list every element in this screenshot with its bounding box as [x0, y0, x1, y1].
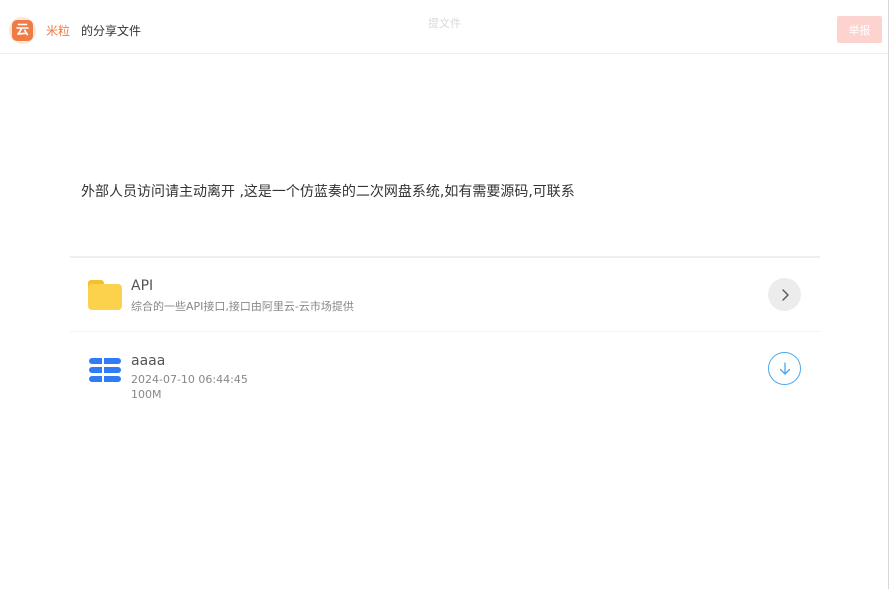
folder-name[interactable]: API — [131, 278, 153, 294]
header-center-text: 提文件 — [428, 17, 461, 30]
logo-glyph: 云 — [12, 20, 33, 41]
owner-name[interactable]: 米粒 — [46, 22, 70, 39]
open-folder-button[interactable] — [768, 278, 801, 311]
database-icon — [89, 358, 121, 382]
share-title: 的分享文件 — [81, 24, 142, 38]
file-size: 100M — [131, 388, 162, 401]
folder-icon — [88, 280, 122, 310]
report-button[interactable]: 举报 — [837, 16, 882, 43]
header-bar: 云 米粒 的分享文件 提文件 举报 — [0, 0, 889, 54]
download-icon — [779, 361, 790, 375]
file-date: 2024-07-10 06:44:45 — [131, 373, 248, 386]
folder-description: 综合的一些API接口,接口由阿里云-云市场提供 — [131, 300, 354, 313]
file-list: API 综合的一些API接口,接口由阿里云-云市场提供 aaaa 2024-07… — [70, 256, 820, 406]
list-item[interactable]: aaaa 2024-07-10 06:44:45 100M — [70, 332, 820, 406]
list-item[interactable]: API 综合的一些API接口,接口由阿里云-云市场提供 — [70, 258, 820, 332]
share-page: 云 米粒 的分享文件 提文件 举报 外部人员访问请主动离开 ,这是一个仿蓝奏的二… — [0, 0, 891, 589]
download-button[interactable] — [768, 352, 801, 385]
notice-text: 外部人员访问请主动离开 ,这是一个仿蓝奏的二次网盘系统,如有需要源码,可联系 — [81, 184, 575, 200]
file-name[interactable]: aaaa — [131, 353, 165, 369]
cloud-logo-icon: 云 — [9, 17, 36, 44]
chevron-right-icon — [781, 288, 789, 301]
